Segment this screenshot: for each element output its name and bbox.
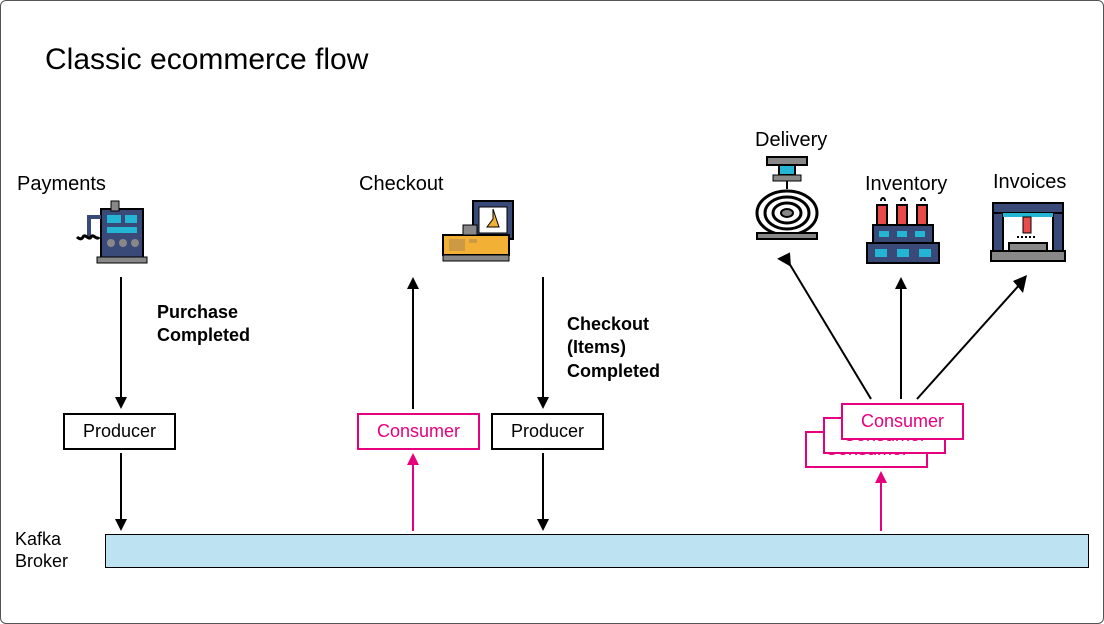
arrow-kafka-to-consumers xyxy=(871,471,891,531)
arrow-producer-to-kafka-1 xyxy=(111,453,131,531)
consumer-box-checkout: Consumer xyxy=(357,413,480,450)
arrow-payments-to-producer xyxy=(111,277,131,409)
label-delivery: Delivery xyxy=(755,129,827,152)
label-checkout: Checkout xyxy=(359,173,444,196)
payments-machine-icon xyxy=(71,191,151,271)
consumer-box-stack-1: Consumer xyxy=(841,403,964,440)
kafka-broker-bar xyxy=(105,534,1089,568)
diagram-title: Classic ecommerce flow xyxy=(45,43,368,77)
arrow-consumer-to-checkout xyxy=(403,277,423,409)
producer-box-checkout: Producer xyxy=(491,413,604,450)
diagram-canvas: Classic ecommerce flow Payments Checkout… xyxy=(0,0,1104,624)
event-purchase-completed: Purchase Completed xyxy=(157,301,250,348)
arrow-kafka-to-consumer-1 xyxy=(403,453,423,531)
arrow-checkout-to-producer xyxy=(533,277,553,409)
producer-box-payments: Producer xyxy=(63,413,176,450)
event-checkout-completed: Checkout (Items) Completed xyxy=(567,313,660,383)
arrow-consumers-to-invoices xyxy=(909,271,1039,401)
arrow-consumers-to-inventory xyxy=(891,277,911,399)
invoices-printer-icon xyxy=(983,191,1073,271)
checkout-machine-icon xyxy=(433,191,523,271)
arrow-consumers-to-delivery xyxy=(771,251,881,401)
kafka-broker-label: Kafka Broker xyxy=(15,529,68,572)
arrow-producer-to-kafka-2 xyxy=(533,453,553,531)
delivery-reel-icon xyxy=(747,153,827,243)
